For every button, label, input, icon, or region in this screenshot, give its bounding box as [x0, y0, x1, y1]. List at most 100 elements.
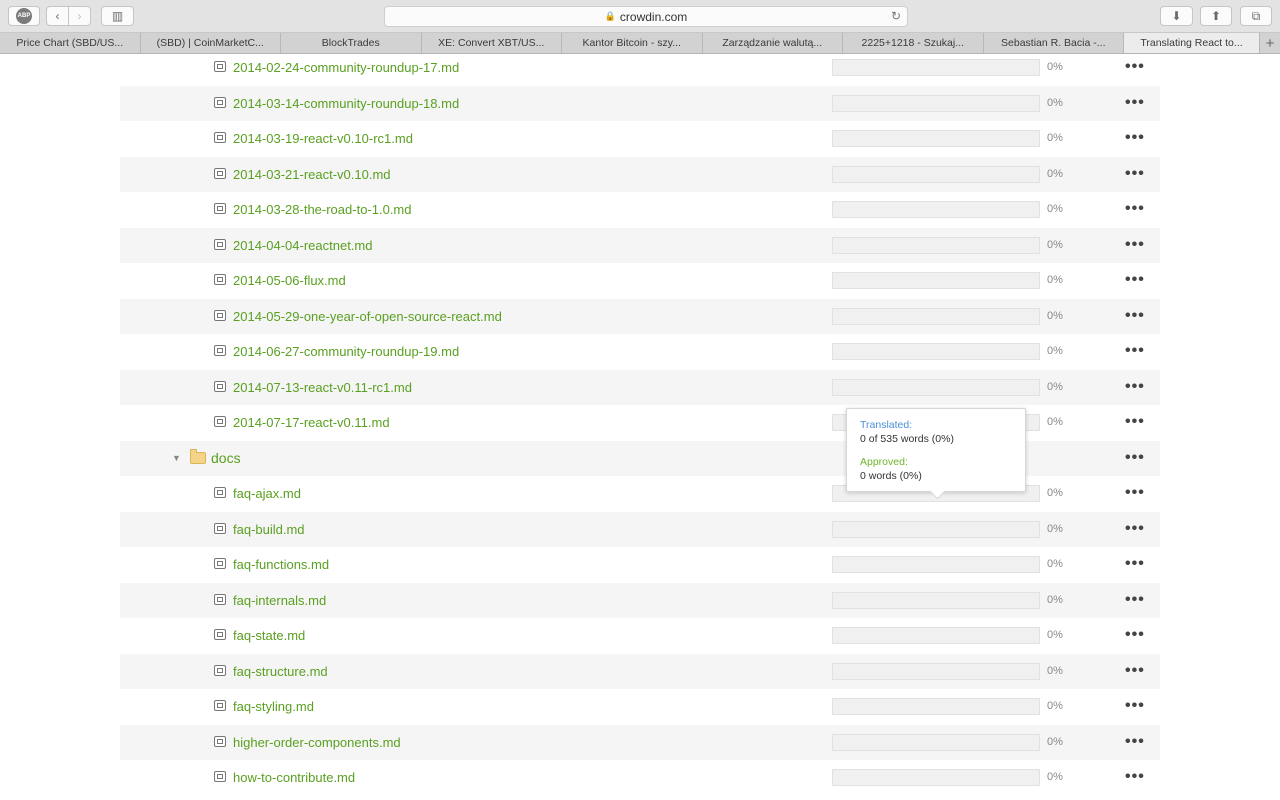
more-options-icon[interactable]: ••• [1125, 725, 1145, 758]
new-tab-button[interactable]: + [1260, 33, 1280, 53]
share-button[interactable]: ⬆ [1200, 6, 1232, 26]
file-link[interactable]: higher-order-components.md [233, 725, 401, 761]
more-options-icon[interactable]: ••• [1125, 370, 1145, 403]
more-options-icon[interactable]: ••• [1125, 228, 1145, 261]
file-row[interactable]: faq-build.md 0% ••• [120, 511, 1160, 548]
browser-tab[interactable]: XE: Convert XBT/US... [422, 33, 562, 53]
more-options-icon[interactable]: ••• [1125, 476, 1145, 509]
more-options-icon[interactable]: ••• [1125, 263, 1145, 296]
browser-tab[interactable]: (SBD) | CoinMarketC... [141, 33, 281, 53]
browser-tab[interactable]: Zarządzanie walutą... [703, 33, 843, 53]
adblock-button[interactable]: ABP [8, 6, 40, 26]
file-row[interactable]: 2014-03-28-the-road-to-1.0.md 0% ••• [120, 192, 1160, 228]
file-link[interactable]: 2014-05-06-flux.md [233, 263, 346, 299]
file-row[interactable]: 2014-03-14-community-roundup-18.md 0% ••• [120, 85, 1160, 122]
file-row[interactable]: faq-structure.md 0% ••• [120, 653, 1160, 690]
browser-tab[interactable]: Price Chart (SBD/US... [0, 33, 141, 53]
file-row[interactable]: 2014-03-19-react-v0.10-rc1.md 0% ••• [120, 121, 1160, 157]
reload-icon[interactable]: ↻ [891, 9, 901, 23]
more-options-icon[interactable]: ••• [1125, 512, 1145, 545]
forward-button[interactable]: › [68, 6, 91, 26]
file-row[interactable]: 2014-05-06-flux.md 0% ••• [120, 263, 1160, 299]
more-options-icon[interactable]: ••• [1125, 54, 1145, 83]
more-options-icon[interactable]: ••• [1125, 157, 1145, 190]
more-options-icon[interactable]: ••• [1125, 689, 1145, 722]
file-link[interactable]: how-to-contribute.md [233, 760, 355, 796]
file-link[interactable]: 2014-04-04-reactnet.md [233, 228, 372, 264]
back-button[interactable]: ‹ [46, 6, 69, 26]
file-link[interactable]: faq-structure.md [233, 654, 328, 690]
file-link[interactable]: faq-state.md [233, 618, 305, 654]
more-options-icon[interactable]: ••• [1125, 547, 1145, 580]
progress-bar [832, 130, 1040, 147]
markdown-file-icon [214, 380, 226, 392]
file-row[interactable]: 2014-05-29-one-year-of-open-source-react… [120, 298, 1160, 335]
progress-bar [832, 307, 1040, 325]
file-row[interactable]: how-to-contribute.md 0% ••• [120, 760, 1160, 796]
file-row[interactable]: 2014-06-27-community-roundup-19.md 0% ••• [120, 334, 1160, 370]
chevron-right-icon: › [77, 9, 82, 23]
file-link[interactable]: faq-internals.md [233, 583, 326, 619]
approved-label: Approved: [860, 456, 908, 468]
browser-tab[interactable]: Translating React to... [1124, 33, 1260, 53]
more-options-icon[interactable]: ••• [1125, 618, 1145, 651]
file-row[interactable]: 2014-04-04-reactnet.md 0% ••• [120, 227, 1160, 264]
file-link[interactable]: faq-functions.md [233, 547, 329, 583]
browser-toolbar: ABP ‹ › ▥ 🔒 crowdin.com ↻ ⬇ ⬆ ⧉ [0, 0, 1280, 33]
file-row[interactable]: 2014-03-21-react-v0.10.md 0% ••• [120, 156, 1160, 193]
more-options-icon[interactable]: ••• [1125, 405, 1145, 438]
more-options-icon[interactable]: ••• [1125, 299, 1145, 332]
file-row[interactable]: higher-order-components.md 0% ••• [120, 724, 1160, 761]
more-options-icon[interactable]: ••• [1125, 760, 1145, 793]
browser-tab[interactable]: 2225+1218 - Szukaj... [843, 33, 984, 53]
folder-name[interactable]: docs [211, 441, 241, 477]
progress-percent: 0% [1047, 629, 1063, 641]
file-link[interactable]: faq-ajax.md [233, 476, 301, 512]
progress-bar [832, 59, 1040, 76]
downloads-button[interactable]: ⬇ [1160, 6, 1193, 26]
markdown-file-icon [214, 203, 226, 214]
file-link[interactable]: 2014-03-28-the-road-to-1.0.md [233, 192, 412, 228]
file-link[interactable]: 2014-03-21-react-v0.10.md [233, 157, 391, 193]
file-link[interactable]: 2014-03-14-community-roundup-18.md [233, 86, 459, 122]
file-row[interactable]: faq-internals.md 0% ••• [120, 582, 1160, 619]
address-bar[interactable]: 🔒 crowdin.com ↻ [384, 6, 908, 27]
show-tabs-button[interactable]: ⧉ [1240, 6, 1272, 26]
file-link[interactable]: faq-styling.md [233, 689, 314, 725]
file-row[interactable]: faq-functions.md 0% ••• [120, 547, 1160, 583]
more-options-icon[interactable]: ••• [1125, 441, 1145, 474]
more-options-icon[interactable]: ••• [1125, 334, 1145, 367]
markdown-file-icon [214, 167, 226, 179]
file-row[interactable]: 2014-07-13-react-v0.11-rc1.md 0% ••• [120, 369, 1160, 406]
file-row[interactable]: faq-styling.md 0% ••• [120, 689, 1160, 725]
file-link[interactable]: 2014-07-17-react-v0.11.md [233, 405, 390, 441]
file-link[interactable]: 2014-06-27-community-roundup-19.md [233, 334, 459, 370]
expand-caret-icon[interactable]: ▼ [172, 441, 181, 477]
markdown-file-icon [214, 96, 226, 108]
progress-percent: 0% [1047, 61, 1063, 73]
browser-tab[interactable]: Sebastian R. Bacia -... [984, 33, 1124, 53]
sidebar-toggle-button[interactable]: ▥ [101, 6, 134, 26]
file-row[interactable]: faq-state.md 0% ••• [120, 618, 1160, 654]
file-link[interactable]: 2014-02-24-community-roundup-17.md [233, 54, 459, 86]
file-link[interactable]: faq-build.md [233, 512, 305, 548]
markdown-file-icon [214, 664, 226, 676]
file-link[interactable]: 2014-03-19-react-v0.10-rc1.md [233, 121, 413, 157]
folder-icon [190, 448, 206, 464]
progress-percent: 0% [1047, 96, 1063, 109]
more-options-icon[interactable]: ••• [1125, 654, 1145, 687]
progress-bar [832, 520, 1040, 538]
browser-tab[interactable]: Kantor Bitcoin - szy... [562, 33, 703, 53]
more-options-icon[interactable]: ••• [1125, 86, 1145, 119]
more-options-icon[interactable]: ••• [1125, 583, 1145, 616]
more-options-icon[interactable]: ••• [1125, 121, 1145, 154]
file-link[interactable]: 2014-05-29-one-year-of-open-source-react… [233, 299, 502, 335]
file-list: 2014-02-24-community-roundup-17.md 0% ••• 2… [0, 54, 1280, 800]
markdown-file-icon [214, 629, 226, 640]
more-options-icon[interactable]: ••• [1125, 192, 1145, 225]
progress-tooltip: Translated: 0 of 535 words (0%) Approved… [846, 408, 1026, 492]
approved-value: 0 words (0%) [860, 470, 922, 482]
browser-tab[interactable]: BlockTrades [281, 33, 422, 53]
file-link[interactable]: 2014-07-13-react-v0.11-rc1.md [233, 370, 412, 406]
file-row[interactable]: 2014-02-24-community-roundup-17.md 0% ••• [120, 54, 1160, 86]
